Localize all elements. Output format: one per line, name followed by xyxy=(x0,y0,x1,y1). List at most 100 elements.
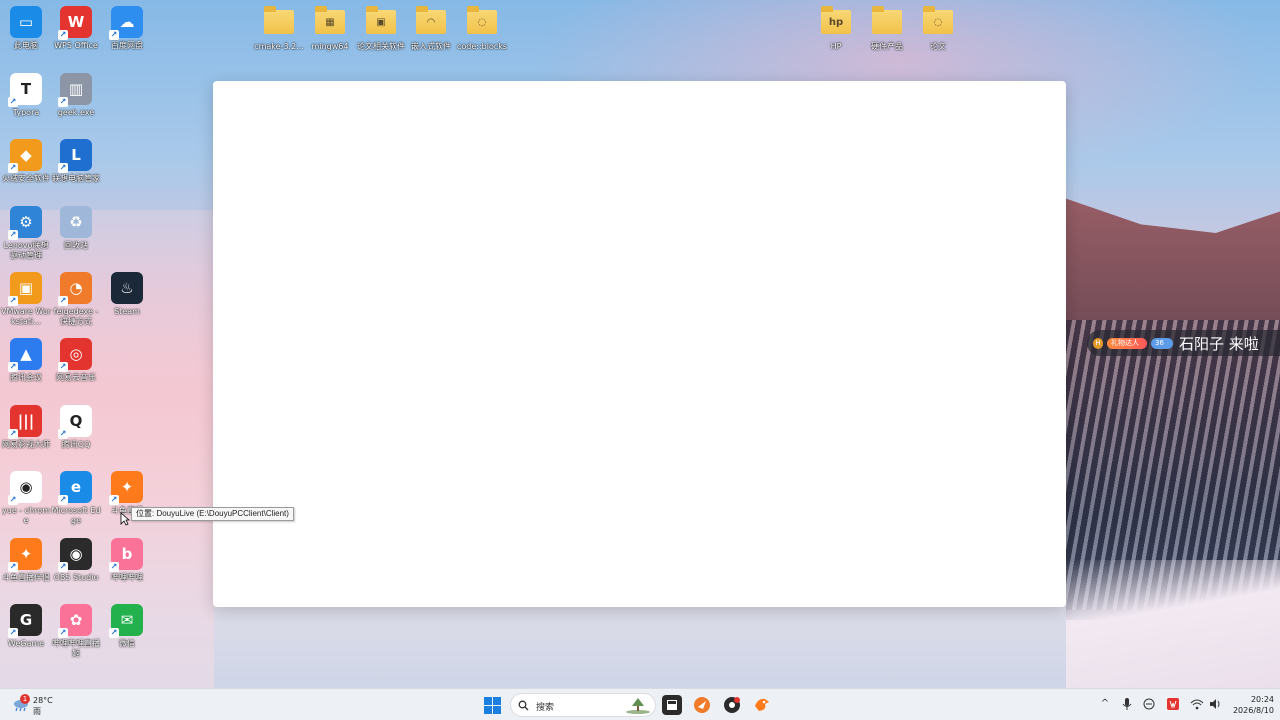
shortcut-arrow-icon: ↗ xyxy=(58,296,68,306)
desktop-icon[interactable]: T ↗ Typora xyxy=(0,73,52,118)
desktop-icon[interactable]: ✦ ↗ 斗鱼直播伴侣 xyxy=(0,538,52,583)
desktop-icon-label: OBS Studio xyxy=(53,573,99,582)
desktop-icon-label: 联想电脑管家 xyxy=(52,174,100,183)
desktop-icon[interactable]: L ↗ 联想电脑管家 xyxy=(50,139,102,184)
shortcut-arrow-icon: ↗ xyxy=(109,30,119,40)
tray-overflow-chevron-icon[interactable]: ^ xyxy=(1098,697,1112,711)
taskbar-app-obs[interactable] xyxy=(722,695,742,715)
shortcut-arrow-icon: ↗ xyxy=(8,163,18,173)
search-placeholder: 搜索 xyxy=(536,703,555,713)
app-icon: e ↗ xyxy=(58,471,92,505)
desktop-icon[interactable]: ||| ↗ 网易影视大师 xyxy=(0,405,52,450)
desktop-icon[interactable]: ◉ ↗ yue - chrome xyxy=(0,471,52,526)
desktop-icon-label: geek.exe xyxy=(57,108,95,117)
folder-glyph: ◌ xyxy=(933,16,943,28)
desktop-icon-label: 网易影视大师 xyxy=(2,440,50,449)
search-icon xyxy=(518,700,529,711)
desktop-icon[interactable]: ◔ ↗ feigedexe - 快捷方式 xyxy=(50,272,102,327)
weather-widget[interactable]: 1 28°C 雨 xyxy=(10,694,70,716)
folder-label: cmake-3.2... xyxy=(254,42,304,51)
danmaku-message: 石阳子 来啦 xyxy=(1179,334,1259,353)
app-icon: ⚙ ↗ xyxy=(8,206,42,240)
desktop-folder[interactable]: hp HP xyxy=(810,6,862,52)
desktop-icon-label: 此电脑 xyxy=(14,41,38,50)
app-icon: T ↗ xyxy=(8,73,42,107)
system-clock[interactable]: 20:24 2026/8/10 xyxy=(1226,694,1274,716)
ime-icon[interactable] xyxy=(1142,697,1156,711)
folder-icon: ▦ xyxy=(315,6,345,34)
taskbar-app-terminal[interactable] xyxy=(662,695,682,715)
folder-glyph: ◠ xyxy=(427,16,435,28)
shortcut-arrow-icon: ↗ xyxy=(8,562,18,572)
desktop-icon[interactable]: ◉ ↗ OBS Studio xyxy=(50,538,102,583)
shortcut-arrow-icon: ↗ xyxy=(58,429,68,439)
app-icon: W ↗ xyxy=(58,6,92,40)
desktop-icon-label: WeGame xyxy=(7,639,45,648)
desktop-icon-label: 回收站 xyxy=(64,241,88,250)
desktop-icon[interactable]: ♨ Steam xyxy=(101,272,153,317)
shortcut-arrow-icon: ↗ xyxy=(109,562,119,572)
desktop-icon[interactable]: ▣ ↗ VMware Workstati... xyxy=(0,272,52,327)
feige-icon xyxy=(694,697,710,713)
desktop-icon-label: 哔哩哔哩 xyxy=(111,573,143,582)
desktop-folder[interactable]: 硬件产品 xyxy=(861,6,913,52)
desktop-folder[interactable]: ◠ 嵌入式软件 xyxy=(405,6,457,52)
folder-label: 硬件产品 xyxy=(871,42,903,51)
wps-tray-icon[interactable] xyxy=(1166,697,1180,711)
desktop-icon[interactable]: ▥ ↗ geek.exe xyxy=(50,73,102,118)
desktop-icon[interactable]: G ↗ WeGame xyxy=(0,604,52,649)
desktop-icon[interactable]: ✉ ↗ 微信 xyxy=(101,604,153,649)
desktop-folder[interactable]: ◌ 论文 xyxy=(912,6,964,52)
desktop-icon[interactable]: ♻ 回收站 xyxy=(50,206,102,251)
shortcut-arrow-icon: ↗ xyxy=(58,362,68,372)
clock-date: 2026/8/10 xyxy=(1232,706,1274,715)
wifi-icon[interactable] xyxy=(1190,697,1204,711)
windows-logo-icon xyxy=(484,697,492,705)
wallpaper-snow xyxy=(1066,560,1280,690)
app-icon: ✉ ↗ xyxy=(109,604,143,638)
level-badge: H xyxy=(1093,337,1103,349)
clock-time: 20:24 xyxy=(1250,695,1274,704)
shortcut-arrow-icon: ↗ xyxy=(8,628,18,638)
folder-label: 论文 xyxy=(930,42,946,51)
taskbar-search-box[interactable]: 搜索 xyxy=(510,693,656,717)
desktop-icon-label: 百度网盘 xyxy=(111,41,143,50)
desktop-icon[interactable]: ☁ ↗ 百度网盘 xyxy=(101,6,153,51)
desktop-icon[interactable]: ◆ ↗ 火绒安全软件 xyxy=(0,139,52,184)
desktop-folder[interactable]: ▦ mingw64 xyxy=(304,6,356,52)
desktop-icon[interactable]: e ↗ Microsoft Edge xyxy=(50,471,102,526)
desktop-icon[interactable]: ◎ ↗ 网易云音乐 xyxy=(50,338,102,383)
taskbar-app-feige[interactable] xyxy=(692,695,712,715)
desktop-icon[interactable]: Q ↗ 腾讯QQ xyxy=(50,405,102,450)
desktop-icon[interactable]: ▲ ↗ 腾讯会议 xyxy=(0,338,52,383)
desktop-icon[interactable]: W ↗ WPS Office xyxy=(50,6,102,51)
desktop-icon-label: VMware Workstati... xyxy=(0,307,52,326)
desktop-icon-label: feigedexe - 快捷方式 xyxy=(53,307,99,326)
app-icon: ▥ ↗ xyxy=(58,73,92,107)
blank-app-window[interactable] xyxy=(213,81,1066,607)
desktop-icon-label: Steam xyxy=(114,307,140,316)
desktop-folder[interactable]: ◌ code::blocks xyxy=(456,6,508,52)
desktop-folder[interactable]: cmake-3.2... xyxy=(253,6,305,52)
desktop-icon-label: 火绒安全软件 xyxy=(2,174,50,183)
windows-logo-icon-part xyxy=(484,706,492,714)
folder-icon: ◠ xyxy=(416,6,446,34)
folder-label: code::blocks xyxy=(456,42,508,51)
app-icon: ◉ ↗ xyxy=(8,471,42,505)
fan-badge: 礼物达人 xyxy=(1107,337,1147,349)
taskbar-app-douyu[interactable] xyxy=(752,695,772,715)
desktop-icon[interactable]: ✿ ↗ 哔哩哔哩直播姬 xyxy=(50,604,102,659)
notification-count-badge: 1 xyxy=(20,694,30,704)
folder-glyph: ▣ xyxy=(376,16,386,28)
desktop-icon[interactable]: ▭ 此电脑 xyxy=(0,6,52,51)
desktop-icon-label: Microsoft Edge xyxy=(51,506,101,525)
desktop-icon[interactable]: ⚙ ↗ Lenovo联想驱动管理 xyxy=(0,206,52,261)
desktop-icon[interactable]: b ↗ 哔哩哔哩 xyxy=(101,538,153,583)
start-button[interactable] xyxy=(484,697,501,714)
microphone-icon[interactable] xyxy=(1120,697,1134,711)
volume-icon[interactable] xyxy=(1208,697,1222,711)
desktop-folder[interactable]: ▣ 论文相关软件 xyxy=(355,6,407,52)
taskbar: 1 28°C 雨 搜索 ^ 20:24 2026/8/10 xyxy=(0,688,1280,720)
shortcut-arrow-icon: ↗ xyxy=(8,362,18,372)
douyu-icon xyxy=(755,698,769,711)
